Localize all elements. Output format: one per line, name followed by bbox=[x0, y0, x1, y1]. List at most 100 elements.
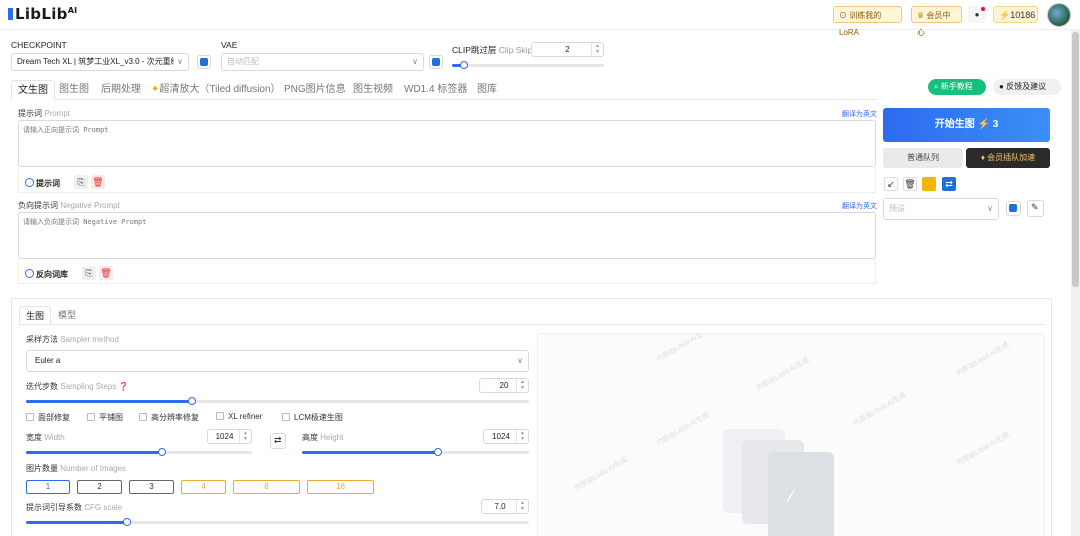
coin-balance[interactable]: ⚡10186 bbox=[993, 6, 1038, 23]
coin-count: 10186 bbox=[1010, 10, 1036, 20]
chat-bubble-icon: ● bbox=[974, 10, 980, 19]
tab-wd-tagger[interactable]: WD1.4 标签器 bbox=[404, 80, 467, 100]
height-label-en: Height bbox=[320, 433, 344, 442]
negative-library-button[interactable]: 反向词库 bbox=[25, 269, 68, 280]
tab-gallery[interactable]: 图库 bbox=[477, 80, 497, 100]
tab-postprocess[interactable]: 后期处理 bbox=[101, 80, 141, 100]
tab-tiled-diffusion-label: 超清放大（Tiled diffusion） bbox=[159, 84, 281, 95]
slider-fill bbox=[26, 451, 162, 454]
edit-preset-button[interactable]: ✎ bbox=[1027, 200, 1044, 217]
vip-center-button[interactable]: ♛ 会员中心 bbox=[911, 6, 962, 37]
refresh-checkpoint-button[interactable] bbox=[197, 55, 211, 69]
swap-dimensions-button[interactable]: ⇄ bbox=[270, 433, 286, 449]
normal-queue-button[interactable]: 普通队列 bbox=[883, 148, 963, 168]
slider-handle[interactable] bbox=[157, 448, 166, 456]
train-lora-button[interactable]: ⊙ 训练我的LoRA bbox=[833, 6, 902, 37]
xl-refiner-checkbox[interactable]: XL refiner bbox=[216, 412, 262, 421]
clip-skip-label-en: Clip Skip bbox=[498, 45, 533, 55]
preset-select[interactable]: 预设 ∨ bbox=[883, 198, 999, 220]
steps-input[interactable]: 20 ▲ ▼ bbox=[479, 378, 529, 393]
slider-handle[interactable] bbox=[122, 518, 131, 526]
watermark: 内部由Liblib AI生成 bbox=[755, 356, 811, 393]
steps-slider[interactable] bbox=[26, 397, 529, 405]
cfg-slider[interactable] bbox=[26, 518, 529, 526]
refresh-preset-button[interactable] bbox=[1006, 201, 1021, 216]
tab-tiled-diffusion[interactable]: ✦超清放大（Tiled diffusion） bbox=[151, 80, 281, 100]
cfg-input[interactable]: 7.0 ▲ ▼ bbox=[481, 499, 529, 514]
face-restore-label: 面部修复 bbox=[38, 413, 70, 422]
count-option-2[interactable]: 2 bbox=[77, 480, 122, 494]
clipboard-icon[interactable] bbox=[922, 177, 936, 191]
checkpoint-select[interactable]: Dream Tech XL | 筑梦工业XL_v3.0 - 次元重绘 ∨ bbox=[11, 53, 189, 71]
clip-skip-input[interactable]: 2 ▲ ▼ bbox=[531, 42, 604, 57]
lcm-checkbox[interactable]: LCM极速生图 bbox=[282, 412, 343, 423]
cfg-value: 7.0 bbox=[494, 502, 506, 511]
generate-button[interactable]: 开始生图 ⚡ 3 bbox=[883, 108, 1050, 142]
placeholder-image-front: ⁄ bbox=[768, 452, 834, 536]
sampler-label-en: Sampler method bbox=[60, 335, 119, 344]
help-icon[interactable]: ❓ bbox=[119, 382, 129, 391]
prompt-textarea[interactable]: 请输入正向提示词 Prompt bbox=[18, 120, 876, 167]
prompt-library-button[interactable]: 提示词 bbox=[25, 178, 60, 189]
crown-icon: ♛ bbox=[917, 11, 925, 20]
height-slider[interactable] bbox=[302, 448, 529, 456]
height-value: 1024 bbox=[492, 432, 510, 441]
clip-skip-slider[interactable] bbox=[452, 61, 604, 69]
trash-icon[interactable]: 🗑 bbox=[903, 177, 917, 191]
trash-icon[interactable]: 🗑 bbox=[91, 175, 105, 189]
copy-icon[interactable]: ⎘ bbox=[82, 266, 96, 280]
refresh-vae-button[interactable] bbox=[429, 55, 443, 69]
tutorial-button[interactable]: ⌕ 新手教程 bbox=[928, 79, 986, 95]
count-option-16[interactable]: 16 bbox=[307, 480, 374, 494]
hires-fix-checkbox[interactable]: 高分辨率修复 bbox=[139, 412, 199, 423]
sampler-select[interactable]: Euler a ∨ bbox=[26, 350, 529, 372]
slider-fill bbox=[26, 400, 192, 403]
vae-select[interactable]: 自动匹配 ∨ bbox=[221, 53, 424, 71]
trash-icon[interactable]: 🗑 bbox=[99, 266, 113, 280]
tab-img2video[interactable]: 图生视频 bbox=[353, 80, 393, 100]
stepper-icon[interactable]: ▲ ▼ bbox=[516, 500, 528, 513]
message-button[interactable]: ● bbox=[968, 6, 986, 23]
vip-queue-label: 会员插队加速 bbox=[987, 153, 1036, 162]
negative-prompt-textarea[interactable]: 请输入负向提示词 Negative Prompt bbox=[18, 212, 876, 259]
target-icon: ⊙ bbox=[839, 11, 847, 20]
stepper-icon[interactable]: ▲ ▼ bbox=[591, 43, 603, 56]
translate-prompt-link[interactable]: 翻译为英文 bbox=[842, 109, 877, 119]
watermark: 内部由Liblib AI生成 bbox=[655, 411, 711, 448]
compass-icon: ⌕ bbox=[934, 82, 939, 91]
feedback-button[interactable]: ● 反馈及建议 bbox=[993, 79, 1061, 95]
count-option-3[interactable]: 3 bbox=[129, 480, 174, 494]
copy-icon[interactable]: ⎘ bbox=[74, 175, 88, 189]
width-input[interactable]: 1024 ▲ ▼ bbox=[207, 429, 252, 444]
app-root: LibLibAI ⊙ 训练我的LoRA ♛ 会员中心 ● ⚡10186 CHEC… bbox=[0, 0, 1080, 536]
height-input[interactable]: 1024 ▲ ▼ bbox=[483, 429, 529, 444]
stepper-icon[interactable]: ▲ ▼ bbox=[239, 430, 251, 443]
redo-icon[interactable]: ⇄ bbox=[942, 177, 956, 191]
count-option-1[interactable]: 1 bbox=[26, 480, 70, 494]
liblib-logo[interactable]: LibLibAI bbox=[8, 5, 77, 23]
slider-handle[interactable] bbox=[460, 61, 469, 69]
count-option-8[interactable]: 8 bbox=[233, 480, 300, 494]
page-scrollbar[interactable] bbox=[1071, 30, 1080, 536]
note-icon: ✎ bbox=[1031, 202, 1039, 212]
user-avatar[interactable] bbox=[1047, 3, 1071, 27]
tab-img2img[interactable]: 图生图 bbox=[59, 80, 89, 100]
slider-handle[interactable] bbox=[187, 397, 196, 405]
translate-negative-link[interactable]: 翻译为英文 bbox=[842, 201, 877, 211]
subtab-generate[interactable]: 生图 bbox=[19, 306, 52, 326]
count-option-4[interactable]: 4 bbox=[181, 480, 226, 494]
tab-png-info[interactable]: PNG图片信息 bbox=[284, 80, 346, 100]
negative-library-label: 反向词库 bbox=[36, 270, 68, 279]
subtab-model[interactable]: 模型 bbox=[58, 306, 76, 324]
stepper-icon[interactable]: ▲ ▼ bbox=[516, 430, 528, 443]
face-restore-checkbox[interactable]: 面部修复 bbox=[26, 412, 70, 423]
stepper-icon[interactable]: ▲ ▼ bbox=[516, 379, 528, 392]
width-slider[interactable] bbox=[26, 448, 252, 456]
tab-txt2img[interactable]: 文生图 bbox=[11, 80, 55, 100]
main-tabs: 文生图 图生图 后期处理 ✦超清放大（Tiled diffusion） PNG图… bbox=[11, 80, 877, 100]
scrollbar-thumb[interactable] bbox=[1072, 32, 1079, 287]
vip-queue-button[interactable]: ♦ 会员插队加速 bbox=[966, 148, 1050, 168]
arrow-icon[interactable]: ↙ bbox=[884, 177, 898, 191]
watermark: 内部由Liblib AI生成 bbox=[955, 431, 1011, 468]
tiling-checkbox[interactable]: 平铺图 bbox=[87, 412, 123, 423]
